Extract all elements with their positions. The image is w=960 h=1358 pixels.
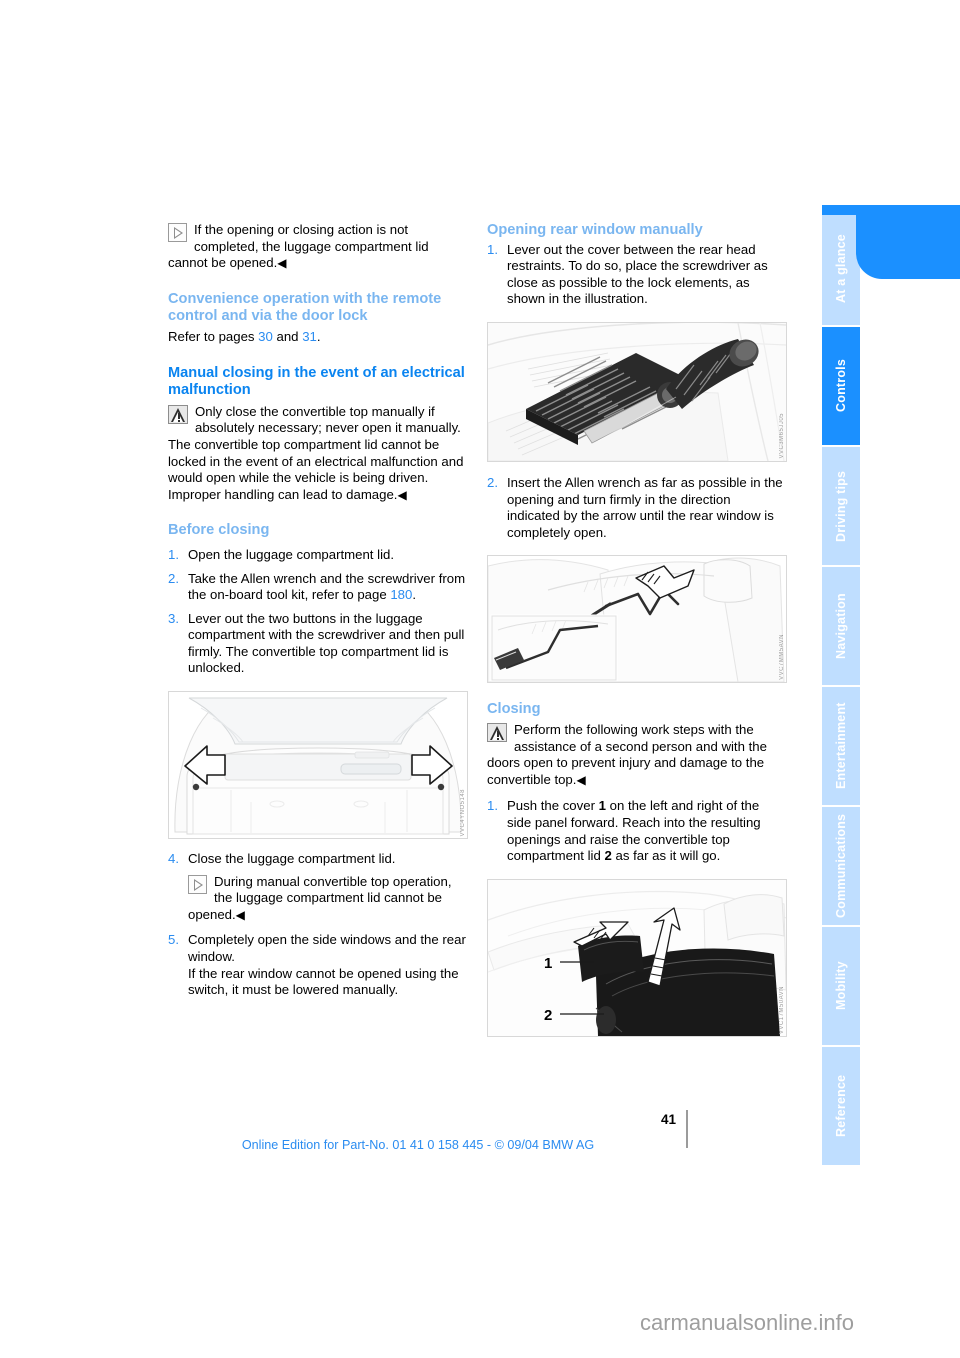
step-text-post: .	[412, 587, 417, 603]
step-number: 1.	[487, 798, 498, 814]
end-mark: ◀	[277, 256, 287, 271]
figure-luggage-compartment: VVC4YNO5148	[168, 691, 468, 840]
figure-code: VVC7MM5AVN	[779, 634, 785, 681]
callout-ref-2: 2	[604, 848, 612, 864]
manual-page: At a glance Controls Driving tips Naviga…	[0, 0, 960, 1358]
page-link-180[interactable]: 180	[390, 587, 412, 602]
tab-label: Entertainment	[834, 702, 848, 790]
step-number: 1.	[487, 241, 498, 257]
page-link-31[interactable]: 31	[302, 329, 317, 344]
refer-post: .	[316, 328, 321, 344]
heading-manual-closing: Manual closing in the event of an electr…	[168, 364, 465, 399]
list-item-step-5: 5. Completely open the side windows and …	[168, 932, 468, 998]
svg-text:2: 2	[544, 1007, 552, 1024]
right-column: Opening rear window manually 1. Lever ou…	[487, 222, 787, 1037]
tab-label: Mobility	[834, 961, 848, 1011]
figure-convertible-top-cover: 1 2 VVC17M50AVN	[487, 878, 787, 1037]
refer-to-pages-line: Refer to pages 30 and 31.	[168, 329, 468, 346]
step-number: 3.	[168, 610, 179, 626]
heading-convenience-operation: Convenience operation with the remote co…	[168, 290, 442, 325]
page-number: 41	[660, 1112, 676, 1127]
tab-communications[interactable]: Communications	[822, 807, 860, 925]
heading-opening-rear-window: Opening rear window manually	[487, 222, 703, 238]
heading-before-closing: Before closing	[168, 522, 270, 539]
page-link-30[interactable]: 30	[258, 329, 273, 344]
tab-driving-tips[interactable]: Driving tips	[822, 447, 860, 565]
tab-mobility[interactable]: Mobility	[822, 927, 860, 1045]
tab-label: Reference	[834, 1074, 848, 1138]
list-item-closing-step-1: 1. Push the cover 1 on the left and righ…	[487, 798, 787, 864]
step-text-line2: If the rear window cannot be opened usin…	[188, 965, 459, 998]
warning-icon	[168, 404, 188, 424]
section-tab-strip[interactable]: At a glance Controls Driving tips Naviga…	[822, 213, 862, 1165]
note-text: During manual convertible top operation,…	[188, 873, 452, 922]
end-mark: ◀	[235, 907, 245, 922]
callout-ref-1: 1	[598, 798, 606, 814]
footer-edition-line: Online Edition for Part-No. 01 41 0 158 …	[241, 1138, 595, 1152]
figure-code: VVC3M65JJ05	[779, 413, 785, 459]
refer-mid: and	[272, 328, 303, 344]
warning-manual-closing: Only close the convertible top manually …	[168, 404, 468, 504]
tab-label: Driving tips	[834, 470, 848, 542]
end-mark: ◀	[576, 772, 586, 787]
list-item-rw-step-1: 1. Lever out the cover between the rear …	[487, 242, 787, 308]
site-watermark: carmanualsonline.info	[640, 1310, 855, 1335]
step-text-pre: Take the Allen wrench and the screwdrive…	[188, 570, 466, 603]
step-text: Close the luggage compartment lid.	[188, 851, 396, 867]
tab-label: Controls	[834, 359, 848, 413]
step-number: 2.	[168, 570, 179, 586]
step-text: Lever out the two buttons in the luggage…	[188, 610, 465, 676]
list-item-step-3: 3. Lever out the two buttons in the lugg…	[168, 611, 468, 677]
list-item-step-1: 1. Open the luggage compartment lid.	[168, 547, 468, 564]
list-item-rw-step-2: 2. Insert the Allen wrench as far as pos…	[487, 475, 787, 541]
step-text: Take the Allen wrench and the screwdrive…	[188, 571, 468, 604]
figure-allen-wrench: VVC7MM5AVN	[487, 555, 787, 684]
step-text-part3: as far as it will go.	[611, 848, 721, 864]
info-icon	[168, 223, 187, 242]
note-manual-operation: During manual convertible top operation,…	[188, 874, 468, 924]
step-number: 4.	[168, 851, 179, 867]
warning-closing: Perform the following work steps with th…	[487, 722, 787, 788]
step-text: Completely open the side windows and the…	[188, 932, 468, 998]
figure-code: VVC17M50AVN	[779, 985, 785, 1034]
step-text: Push the cover 1 on the left and right o…	[507, 798, 787, 864]
warning-text-2: Improper handling can lead to damage.	[168, 486, 398, 502]
warning-text: Only close the convertible top manually …	[168, 403, 464, 486]
step-text-line1: Completely open the side windows and the…	[188, 932, 466, 965]
step-text: Lever out the cover between the rear hea…	[507, 241, 768, 307]
left-column: If the opening or closing action is not …	[168, 222, 468, 999]
info-icon	[188, 874, 207, 894]
accent-corner	[856, 205, 960, 279]
tab-entertainment[interactable]: Entertainment	[822, 687, 860, 805]
step-text: Insert the Allen wrench as far as possib…	[507, 474, 783, 540]
step-text: Open the luggage compartment lid.	[188, 546, 394, 562]
figure-screwdriver-cover: VVC3M65JJ05	[487, 321, 787, 462]
end-mark: ◀	[397, 487, 407, 502]
warning-text: Perform the following work steps with th…	[487, 721, 767, 787]
tab-label: Communications	[834, 813, 848, 919]
tab-label: At a glance	[834, 234, 848, 304]
note-text: If the opening or closing action is not …	[168, 222, 429, 271]
warning-icon	[487, 722, 507, 742]
step-number: 2.	[487, 474, 498, 490]
refer-prefix: Refer to pages	[168, 328, 259, 344]
tab-at-a-glance[interactable]: At a glance	[822, 213, 860, 325]
step-number: 1.	[168, 546, 179, 562]
tab-navigation[interactable]: Navigation	[822, 567, 860, 685]
svg-text:1: 1	[544, 955, 552, 972]
list-item-step-2: 2. Take the Allen wrench and the screwdr…	[168, 571, 468, 604]
footer-rule	[686, 1110, 688, 1148]
figure-code: VVC4YNO5148	[460, 788, 466, 837]
step-text-part1: Push the cover	[507, 798, 599, 814]
tab-controls[interactable]: Controls	[822, 327, 860, 445]
heading-closing: Closing	[487, 701, 541, 718]
step-number: 5.	[168, 932, 179, 948]
note-opening-closing: If the opening or closing action is not …	[168, 222, 468, 272]
tab-label: Navigation	[834, 593, 848, 659]
list-item-step-4: 4. Close the luggage compartment lid.	[168, 851, 468, 868]
tab-reference[interactable]: Reference	[822, 1047, 860, 1165]
accent-tab-cap	[822, 205, 862, 215]
